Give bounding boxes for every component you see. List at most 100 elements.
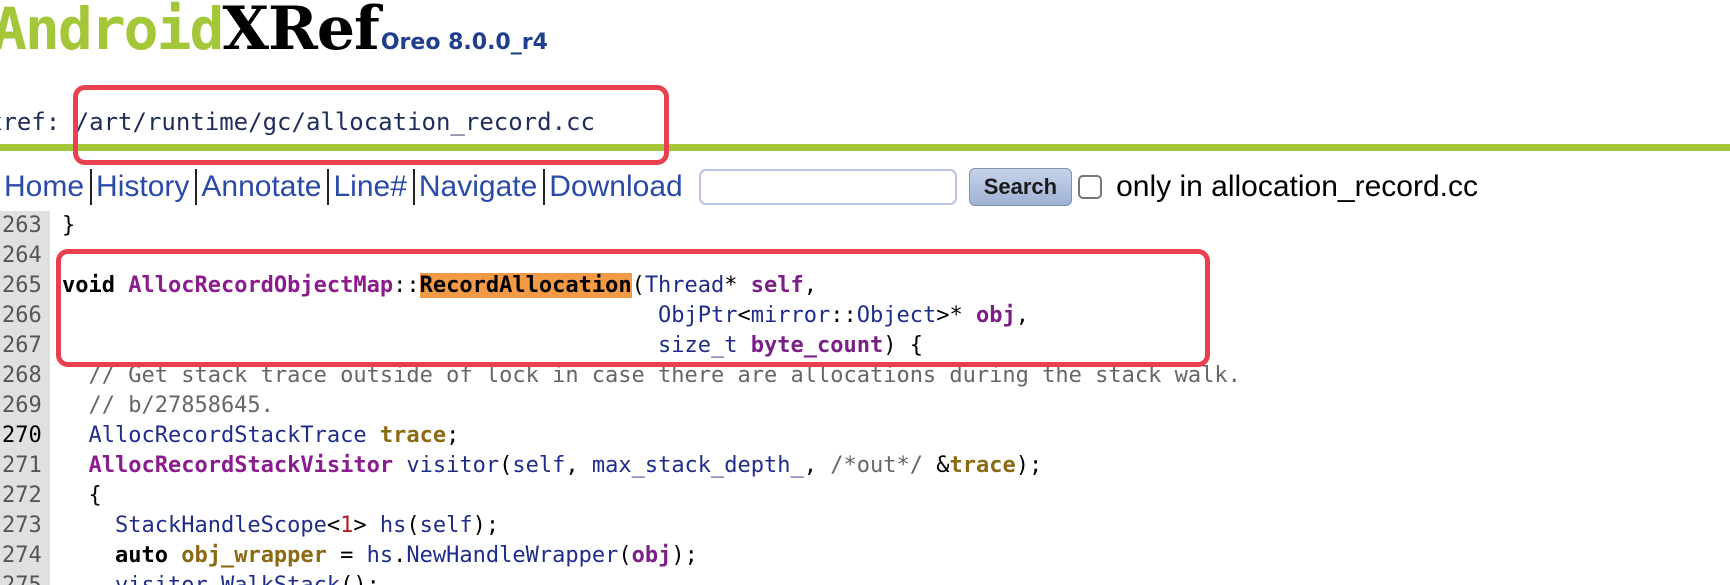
code-token[interactable]: trace	[380, 423, 446, 448]
version-label: Oreo 8.0.0_r4	[380, 30, 548, 55]
code-token[interactable]: visitor	[115, 573, 208, 585]
code-token: ();	[340, 573, 380, 585]
nav-download-link[interactable]: Download	[545, 170, 688, 204]
line-number-link[interactable]: 268	[0, 361, 50, 391]
code-token: // b/27858645.	[62, 393, 274, 418]
code-token: (	[631, 273, 645, 298]
code-token: ;	[446, 423, 460, 448]
code-text: size_t byte_count) {	[50, 331, 923, 361]
path-segment-runtime[interactable]: runtime	[147, 108, 248, 136]
code-line: 266 ObjPtr<mirror::Object>* obj,	[0, 301, 1730, 331]
search-hit-token[interactable]: RecordAllocation	[419, 273, 632, 298]
code-token: (	[406, 513, 420, 538]
code-line: 269 // b/27858645.	[0, 391, 1730, 421]
code-token: 1	[340, 513, 354, 538]
search-button[interactable]: Search	[968, 168, 1073, 206]
code-token[interactable]: WalkStack	[221, 573, 340, 585]
code-token: >*	[936, 303, 976, 328]
site-logo[interactable]: AndroidXRefOreo 8.0.0_r4	[0, 0, 548, 64]
code-token: .	[393, 543, 407, 568]
code-line: 264	[0, 241, 1730, 271]
code-token[interactable]: self	[512, 453, 565, 478]
code-text: StackHandleScope<1> hs(self);	[50, 511, 499, 541]
line-number-link[interactable]: 274	[0, 541, 50, 571]
code-token: }	[62, 213, 76, 238]
logo-android-text: Android	[0, 0, 224, 63]
code-token[interactable]: trace	[949, 453, 1015, 478]
line-number-link[interactable]: 269	[0, 391, 50, 421]
code-token: .	[208, 573, 221, 585]
code-token[interactable]: obj_wrapper	[181, 543, 327, 568]
code-token[interactable]: hs	[380, 513, 407, 538]
code-token: >	[353, 513, 380, 538]
code-token[interactable]: AllocRecordStackTrace	[89, 423, 367, 448]
code-token: <	[326, 513, 341, 538]
code-token[interactable]: size_t	[658, 333, 737, 358]
code-token[interactable]: NewHandleWrapper	[406, 543, 618, 568]
code-token[interactable]: Object	[857, 303, 936, 328]
line-number-link[interactable]: 273	[0, 511, 50, 541]
line-number-link[interactable]: 266	[0, 301, 50, 331]
nav-history-link[interactable]: History	[92, 170, 195, 204]
code-token: ,	[1015, 303, 1029, 328]
header-divider	[0, 144, 1730, 151]
code-token[interactable]: AllocRecordObjectMap	[128, 273, 393, 298]
code-text: {	[50, 481, 101, 511]
nav-navigate-link[interactable]: Navigate	[415, 170, 543, 204]
code-token: );	[671, 543, 698, 568]
code-token[interactable]: obj	[632, 543, 672, 568]
code-text: ObjPtr<mirror::Object>* obj,	[50, 301, 1029, 331]
code-line: 263}	[0, 211, 1730, 241]
path-segment-file[interactable]: allocation_record.cc	[306, 108, 595, 136]
nav-line-numbers-link[interactable]: Line#	[329, 170, 412, 204]
code-token[interactable]: visitor	[406, 453, 499, 478]
code-token[interactable]: StackHandleScope	[115, 513, 327, 538]
code-token[interactable]: byte_count	[751, 333, 883, 358]
code-line: 274 auto obj_wrapper = hs.NewHandleWrapp…	[0, 541, 1730, 571]
code-token[interactable]: AllocRecordStackVisitor	[89, 453, 394, 478]
path-separator: /	[132, 108, 147, 136]
code-text: }	[50, 211, 75, 241]
line-number-link[interactable]: 267	[0, 331, 50, 361]
code-token[interactable]: Thread	[645, 273, 724, 298]
path-root-separator: /	[74, 108, 90, 136]
code-token: ) {	[883, 333, 923, 358]
code-token[interactable]: max_stack_depth_	[592, 453, 804, 478]
code-token: *	[724, 273, 751, 298]
code-token: );	[472, 513, 500, 538]
code-token[interactable]: hs	[367, 543, 394, 568]
search-input[interactable]	[698, 169, 957, 205]
code-token[interactable]: obj	[976, 303, 1016, 328]
code-token[interactable]: ObjPtr	[658, 303, 737, 328]
line-number-link[interactable]: 270	[0, 421, 50, 451]
only-in-file-checkbox[interactable]	[1078, 175, 1103, 199]
line-number-link[interactable]: 265	[0, 271, 50, 301]
code-token: ::	[393, 273, 420, 298]
only-in-file-name: allocation_record.cc	[1211, 170, 1478, 203]
line-number-link[interactable]: 272	[0, 481, 50, 511]
only-in-prefix: only in	[1116, 170, 1203, 203]
nav-home-link[interactable]: Home	[0, 170, 90, 204]
line-number-link[interactable]: 263	[0, 211, 50, 241]
code-token: /*out*/	[830, 453, 923, 478]
code-token[interactable]: mirror	[751, 303, 830, 328]
code-line: 272 {	[0, 481, 1730, 511]
nav-annotate-link[interactable]: Annotate	[197, 170, 327, 204]
path-segment-art[interactable]: art	[89, 108, 132, 136]
code-line: 267 size_t byte_count) {	[0, 331, 1730, 361]
line-number-link[interactable]: 271	[0, 451, 50, 481]
code-token[interactable]: self	[751, 273, 804, 298]
path-segment-gc[interactable]: gc	[263, 108, 292, 136]
line-number-link[interactable]: 275	[0, 571, 50, 585]
code-text: // Get stack trace outside of lock in ca…	[50, 361, 1240, 391]
code-token[interactable]: self	[420, 513, 473, 538]
line-number-link[interactable]: 264	[0, 241, 50, 271]
code-line: 265 void AllocRecordObjectMap::RecordAllo…	[0, 271, 1730, 301]
